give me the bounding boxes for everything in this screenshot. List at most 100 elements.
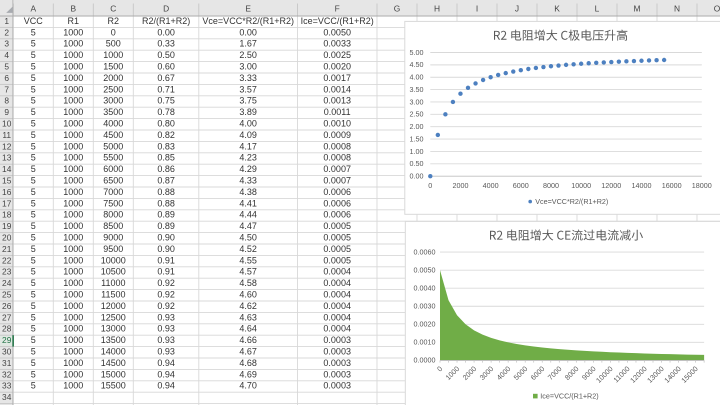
- svg-text:0.89: 0.89: [157, 221, 175, 231]
- svg-text:1000: 1000: [63, 210, 83, 220]
- svg-text:0.0003: 0.0003: [323, 381, 351, 391]
- svg-text:1000: 1000: [63, 107, 83, 117]
- svg-text:6500: 6500: [103, 176, 123, 186]
- svg-text:30: 30: [2, 347, 12, 357]
- svg-text:5: 5: [31, 62, 36, 72]
- svg-text:0.82: 0.82: [157, 130, 175, 140]
- svg-text:5500: 5500: [103, 153, 123, 163]
- svg-text:2500: 2500: [103, 84, 123, 94]
- svg-text:8: 8: [4, 96, 9, 106]
- svg-text:0.50: 0.50: [410, 159, 424, 168]
- svg-text:1000: 1000: [63, 278, 83, 288]
- svg-text:Vce=VCC*R2/(R1+R2): Vce=VCC*R2/(R1+R2): [202, 16, 294, 26]
- svg-text:6: 6: [4, 73, 9, 83]
- svg-text:5: 5: [31, 27, 36, 37]
- svg-text:O: O: [714, 4, 720, 14]
- svg-text:1000: 1000: [63, 73, 83, 83]
- svg-text:6000: 6000: [513, 181, 529, 190]
- svg-text:12500: 12500: [101, 312, 126, 322]
- svg-text:13: 13: [2, 153, 12, 163]
- svg-text:5: 5: [31, 73, 36, 83]
- svg-text:4.66: 4.66: [239, 335, 257, 345]
- svg-text:0.0050: 0.0050: [414, 265, 436, 274]
- svg-text:34: 34: [2, 392, 12, 402]
- svg-text:N: N: [674, 4, 680, 14]
- svg-text:4.23: 4.23: [239, 153, 257, 163]
- svg-text:0.0004: 0.0004: [323, 278, 351, 288]
- svg-text:0.0004: 0.0004: [323, 290, 351, 300]
- svg-text:4.50: 4.50: [239, 233, 257, 243]
- svg-text:4.00: 4.00: [410, 73, 424, 82]
- svg-text:0.0013: 0.0013: [323, 96, 351, 106]
- svg-text:1000: 1000: [63, 358, 83, 368]
- svg-text:0.0008: 0.0008: [323, 141, 351, 151]
- svg-text:L: L: [595, 4, 600, 14]
- svg-text:17: 17: [2, 198, 12, 208]
- svg-text:2.50: 2.50: [410, 110, 424, 119]
- svg-text:1000: 1000: [63, 141, 83, 151]
- svg-text:4.00: 4.00: [239, 119, 257, 129]
- svg-text:5: 5: [31, 96, 36, 106]
- svg-text:15000: 15000: [101, 369, 126, 379]
- svg-text:2000: 2000: [453, 181, 469, 190]
- svg-text:1000: 1000: [103, 50, 123, 60]
- svg-text:5: 5: [31, 187, 36, 197]
- svg-text:0.0010: 0.0010: [414, 338, 436, 347]
- svg-text:3: 3: [4, 39, 9, 49]
- svg-text:9: 9: [4, 107, 9, 117]
- svg-text:0.90: 0.90: [157, 244, 175, 254]
- svg-text:4.67: 4.67: [239, 347, 257, 357]
- svg-text:0.50: 0.50: [157, 50, 175, 60]
- svg-text:26: 26: [2, 301, 12, 311]
- svg-text:1000: 1000: [63, 244, 83, 254]
- svg-text:4.09: 4.09: [239, 130, 257, 140]
- svg-text:5: 5: [31, 141, 36, 151]
- svg-text:0.0005: 0.0005: [323, 221, 351, 231]
- svg-text:1000: 1000: [63, 233, 83, 243]
- svg-text:1.50: 1.50: [410, 134, 424, 143]
- svg-text:0.80: 0.80: [157, 119, 175, 129]
- svg-text:1000: 1000: [63, 27, 83, 37]
- svg-text:5: 5: [31, 210, 36, 220]
- svg-text:7000: 7000: [103, 187, 123, 197]
- svg-text:D: D: [163, 4, 169, 14]
- svg-text:16000: 16000: [662, 181, 682, 190]
- svg-text:15500: 15500: [101, 381, 126, 391]
- svg-text:R1: R1: [68, 16, 80, 26]
- svg-text:E: E: [245, 4, 251, 14]
- svg-text:7: 7: [4, 84, 9, 94]
- svg-text:5: 5: [31, 278, 36, 288]
- svg-text:5: 5: [31, 176, 36, 186]
- svg-text:5000: 5000: [103, 141, 123, 151]
- svg-text:0.0040: 0.0040: [414, 284, 436, 293]
- svg-text:Ice=VCC/(R1+R2): Ice=VCC/(R1+R2): [540, 391, 598, 400]
- svg-text:1000: 1000: [63, 312, 83, 322]
- svg-text:21: 21: [2, 244, 12, 254]
- svg-text:5: 5: [31, 244, 36, 254]
- svg-text:0.0006: 0.0006: [323, 198, 351, 208]
- svg-text:4.50: 4.50: [410, 60, 424, 69]
- svg-text:0.85: 0.85: [157, 153, 175, 163]
- svg-text:4.64: 4.64: [239, 324, 257, 334]
- svg-text:5: 5: [31, 290, 36, 300]
- svg-text:0.00: 0.00: [410, 172, 424, 181]
- svg-text:4.29: 4.29: [239, 164, 257, 174]
- svg-text:1000: 1000: [63, 267, 83, 277]
- svg-text:1000: 1000: [63, 50, 83, 60]
- svg-text:18: 18: [2, 210, 12, 220]
- svg-text:0.83: 0.83: [157, 141, 175, 151]
- svg-text:0.0020: 0.0020: [414, 320, 436, 329]
- svg-text:0.0007: 0.0007: [323, 176, 351, 186]
- svg-text:4: 4: [4, 50, 9, 60]
- svg-text:4.47: 4.47: [239, 221, 257, 231]
- svg-text:5: 5: [31, 347, 36, 357]
- svg-text:5: 5: [31, 301, 36, 311]
- svg-text:1000: 1000: [63, 164, 83, 174]
- svg-text:3.89: 3.89: [239, 107, 257, 117]
- svg-text:1000: 1000: [63, 255, 83, 265]
- svg-text:10: 10: [2, 119, 12, 129]
- svg-text:1.67: 1.67: [239, 39, 257, 49]
- svg-text:1.00: 1.00: [410, 147, 424, 156]
- svg-text:3.57: 3.57: [239, 84, 257, 94]
- svg-text:4.17: 4.17: [239, 141, 257, 151]
